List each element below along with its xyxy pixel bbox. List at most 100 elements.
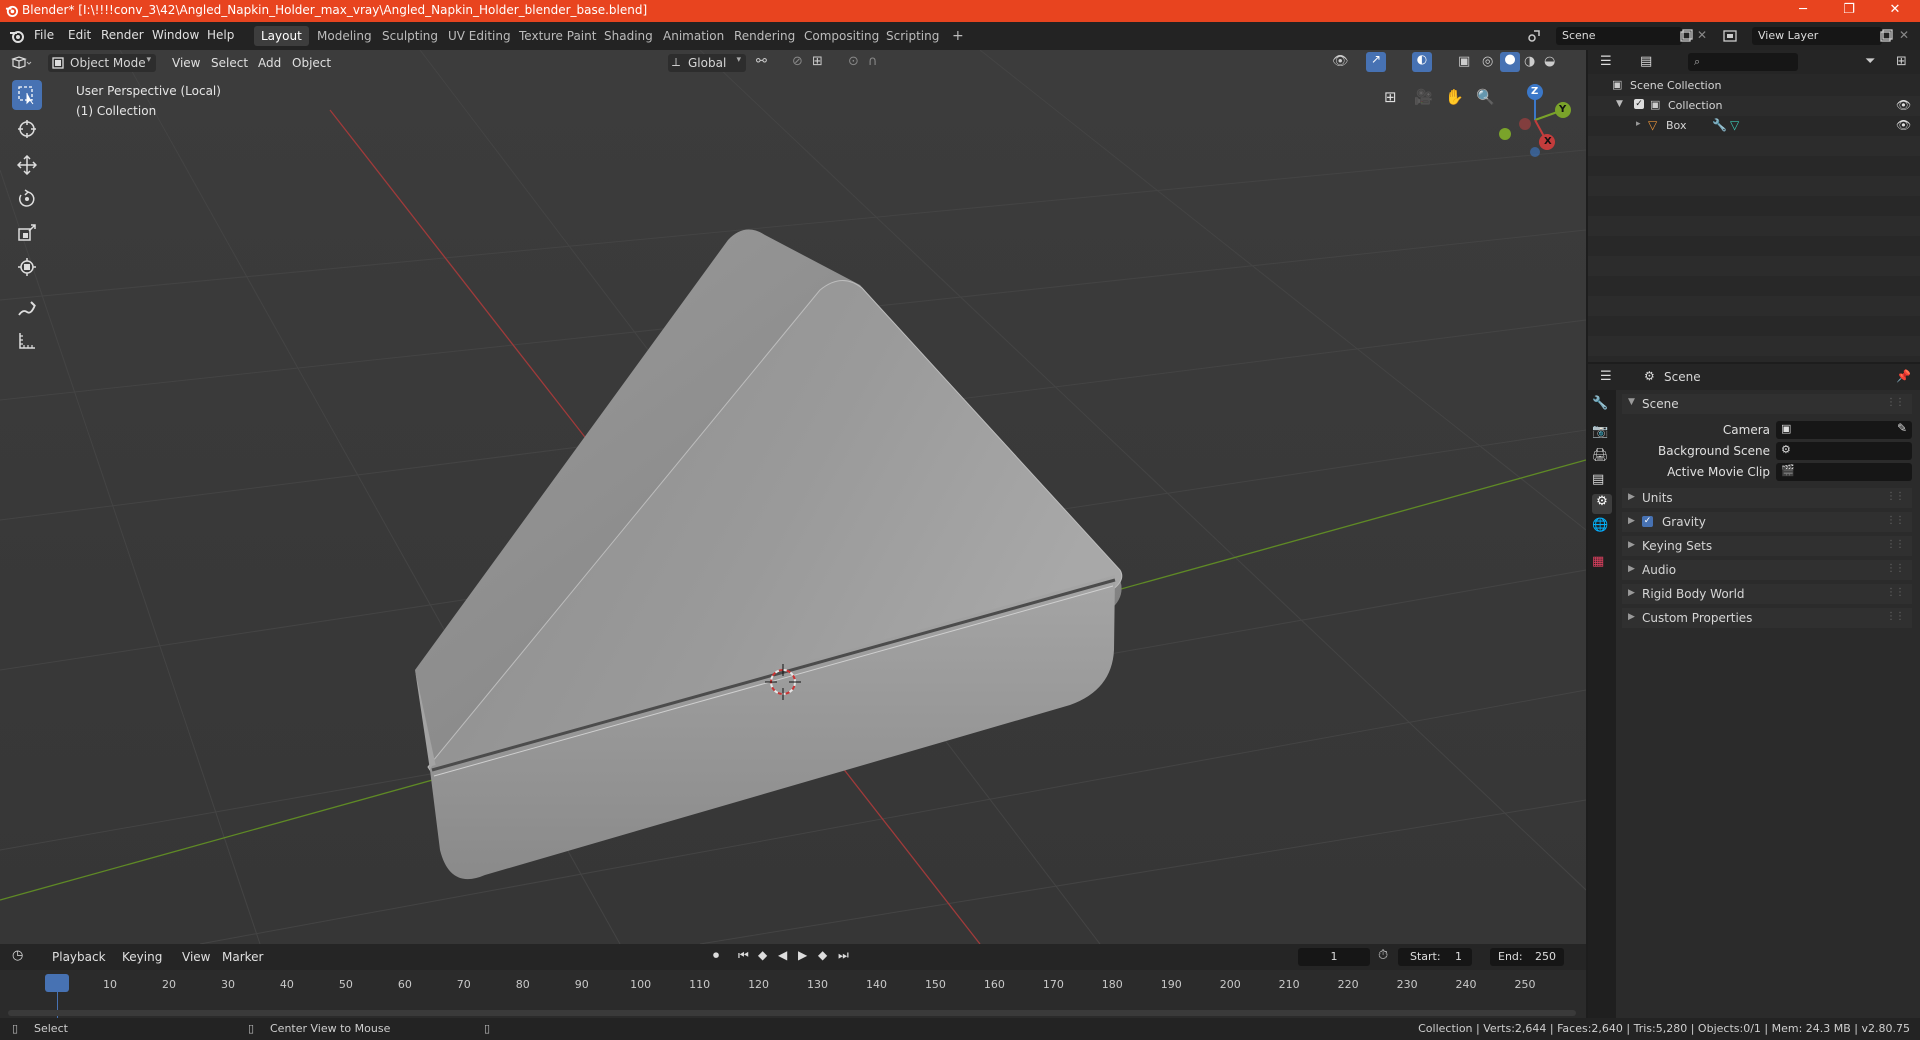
tool-select-box[interactable] — [12, 80, 42, 110]
menu-help[interactable]: Help — [207, 28, 234, 42]
new-collection-icon[interactable]: ⊞ — [1896, 54, 1907, 69]
display-mode-icon[interactable]: ▤ — [1640, 54, 1652, 69]
modifier-icon[interactable]: 🔧 — [1712, 118, 1727, 132]
keying-sets-panel[interactable]: ▶ Keying Sets ⋮⋮ — [1622, 536, 1912, 556]
outliner-row-box[interactable]: ▸ ▽ Box 🔧 ▽ 👁 — [1588, 116, 1920, 136]
eyedropper-icon[interactable]: ✎ — [1897, 421, 1907, 435]
overlay-toggle-icon[interactable]: ◐ — [1412, 52, 1432, 72]
tab-compositing[interactable]: Compositing — [797, 26, 886, 46]
scene-selector[interactable]: Scene — [1556, 27, 1682, 45]
prev-keyframe-icon[interactable]: ◆ — [758, 948, 767, 962]
outliner-search-field[interactable]: ⌕ — [1688, 53, 1798, 71]
editor-type-icon[interactable] — [10, 55, 32, 71]
tool-rotate[interactable] — [12, 184, 42, 214]
panel-drag-handle-icon[interactable]: ⋮⋮ — [1886, 397, 1905, 408]
gizmo-toggle-icon[interactable]: ↗ — [1366, 52, 1386, 72]
texture-tab-icon[interactable]: ▦ — [1592, 554, 1612, 574]
pin-icon[interactable]: 📌 — [1896, 369, 1911, 383]
tool-scale[interactable] — [12, 218, 42, 248]
audio-panel[interactable]: ▶ Audio ⋮⋮ — [1622, 560, 1912, 580]
restore-button[interactable]: ❐ — [1826, 0, 1872, 22]
viewport-menu-object[interactable]: Object — [286, 54, 337, 72]
grid-view-icon[interactable]: ⊞ — [1384, 88, 1397, 106]
box-visibility-icon[interactable]: 👁 — [1896, 118, 1911, 132]
camera-view-icon[interactable]: 🎥 — [1414, 88, 1433, 106]
jump-start-icon[interactable]: ⏮ — [738, 948, 749, 963]
outliner[interactable]: ☰ ▤ ⌕ ⏷ ⊞ ▣ Scene Collection ▼ ✓ ▣ Colle… — [1588, 50, 1920, 362]
tool-cursor[interactable] — [12, 114, 42, 144]
delete-scene-icon[interactable]: ✕ — [1697, 28, 1707, 42]
timeline-scrollbar[interactable] — [8, 1010, 1576, 1016]
zoom-icon[interactable]: 🔍 — [1476, 88, 1495, 106]
tool-transform[interactable] — [12, 252, 42, 282]
world-tab-icon[interactable]: 🌐 — [1592, 518, 1612, 538]
scene-tab-icon[interactable]: ⚙ — [1592, 494, 1612, 514]
timeline-editor[interactable]: ◷ Playback Keying View Marker ⏺ ⏮ ◆ ◀ ▶ … — [0, 944, 1586, 1026]
visibility-icon[interactable]: 👁 — [1332, 54, 1349, 69]
panel-drag-handle-icon[interactable]: ⋮⋮ — [1886, 491, 1905, 502]
panel-drag-handle-icon[interactable]: ⋮⋮ — [1886, 611, 1905, 622]
tab-layout[interactable]: Layout — [254, 26, 309, 46]
orientation-selector[interactable]: ⟂ Global ▾ — [668, 54, 746, 72]
solid-shading-icon[interactable]: ● — [1500, 52, 1520, 72]
scene-panel-header[interactable]: ▼ Scene ⋮⋮ — [1622, 394, 1912, 414]
start-frame-field[interactable]: Start: 1 — [1398, 948, 1472, 966]
outliner-row-collection[interactable]: ▼ ✓ ▣ Collection 👁 — [1588, 96, 1920, 116]
mesh-data-icon[interactable]: ▽ — [1730, 118, 1739, 132]
render-tab-icon[interactable]: 📷 — [1592, 424, 1612, 444]
timeline-menu-playback[interactable]: Playback — [46, 948, 112, 966]
new-scene-icon[interactable] — [1678, 28, 1694, 44]
playhead[interactable] — [45, 974, 69, 992]
tab-rendering[interactable]: Rendering — [727, 26, 802, 46]
timeline-editor-type-icon[interactable]: ◷ — [12, 948, 23, 963]
blender-menu-icon[interactable] — [9, 29, 25, 43]
viewport-menu-select[interactable]: Select — [205, 54, 254, 72]
close-button[interactable]: ✕ — [1872, 0, 1918, 22]
panel-drag-handle-icon[interactable]: ⋮⋮ — [1886, 515, 1905, 526]
timeline-menu-keying[interactable]: Keying — [116, 948, 168, 966]
properties-editor-type-icon[interactable]: ☰ — [1600, 369, 1612, 384]
snap-icon[interactable]: ⊘ — [792, 54, 803, 69]
play-icon[interactable]: ▶ — [798, 948, 807, 962]
panel-drag-handle-icon[interactable]: ⋮⋮ — [1886, 539, 1905, 550]
delete-view-layer-icon[interactable]: ✕ — [1899, 28, 1909, 42]
add-workspace-button[interactable]: + — [945, 26, 971, 46]
viewport-scene[interactable] — [0, 50, 1586, 944]
menu-window[interactable]: Window — [152, 28, 199, 42]
timeline-menu-view[interactable]: View — [176, 948, 216, 966]
properties-editor[interactable]: ☰ ⚙ Scene 📌 ▼ Scene ⋮⋮ Camera ▣ ✎ Backgr… — [1588, 364, 1920, 1018]
outliner-row-scene-collection[interactable]: ▣ Scene Collection — [1588, 76, 1920, 96]
active-movie-clip-field[interactable]: 🎬 — [1776, 463, 1912, 481]
tool-annotate[interactable] — [12, 294, 42, 324]
snap-target-icon[interactable]: ⊞ — [812, 54, 823, 69]
camera-field[interactable]: ▣ ✎ — [1776, 421, 1912, 439]
background-scene-field[interactable]: ⚙ — [1776, 442, 1912, 460]
filter-icon[interactable]: ⏷ — [1865, 54, 1875, 69]
box-expand-icon[interactable]: ▸ — [1636, 119, 1641, 129]
gravity-checkbox[interactable]: ✓ — [1642, 516, 1653, 527]
collection-checkbox[interactable]: ✓ — [1634, 99, 1644, 109]
collection-expand-icon[interactable]: ▼ — [1616, 99, 1623, 109]
pan-hand-icon[interactable]: ✋ — [1445, 88, 1464, 106]
output-tab-icon[interactable]: 🖨 — [1592, 448, 1612, 468]
next-keyframe-icon[interactable]: ◆ — [818, 948, 827, 962]
viewport-menu-add[interactable]: Add — [252, 54, 287, 72]
falloff-icon[interactable]: ∩ — [868, 54, 878, 69]
tab-modeling[interactable]: Modeling — [310, 26, 379, 46]
timeline-menu-marker[interactable]: Marker — [216, 948, 269, 966]
proportional-edit-icon[interactable]: ⊙ — [848, 54, 859, 69]
viewport-menu-view[interactable]: View — [166, 54, 206, 72]
outliner-editor-type-icon[interactable]: ☰ — [1600, 54, 1612, 69]
end-frame-field[interactable]: End: 250 — [1490, 948, 1564, 966]
panel-drag-handle-icon[interactable]: ⋮⋮ — [1886, 563, 1905, 574]
record-icon[interactable]: ⏺ — [713, 948, 719, 963]
menu-render[interactable]: Render — [101, 28, 144, 42]
current-frame-field[interactable]: 1 — [1298, 948, 1370, 966]
menu-edit[interactable]: Edit — [68, 28, 91, 42]
mode-selector[interactable]: Object Mode ▾ — [48, 54, 156, 72]
pivot-icon[interactable]: ⚯ — [756, 54, 767, 69]
tab-scripting[interactable]: Scripting — [879, 26, 946, 46]
rendered-shading-icon[interactable]: ◒ — [1544, 54, 1555, 69]
view-layer-tab-icon[interactable]: ▤ — [1592, 472, 1612, 492]
panel-drag-handle-icon[interactable]: ⋮⋮ — [1886, 587, 1905, 598]
